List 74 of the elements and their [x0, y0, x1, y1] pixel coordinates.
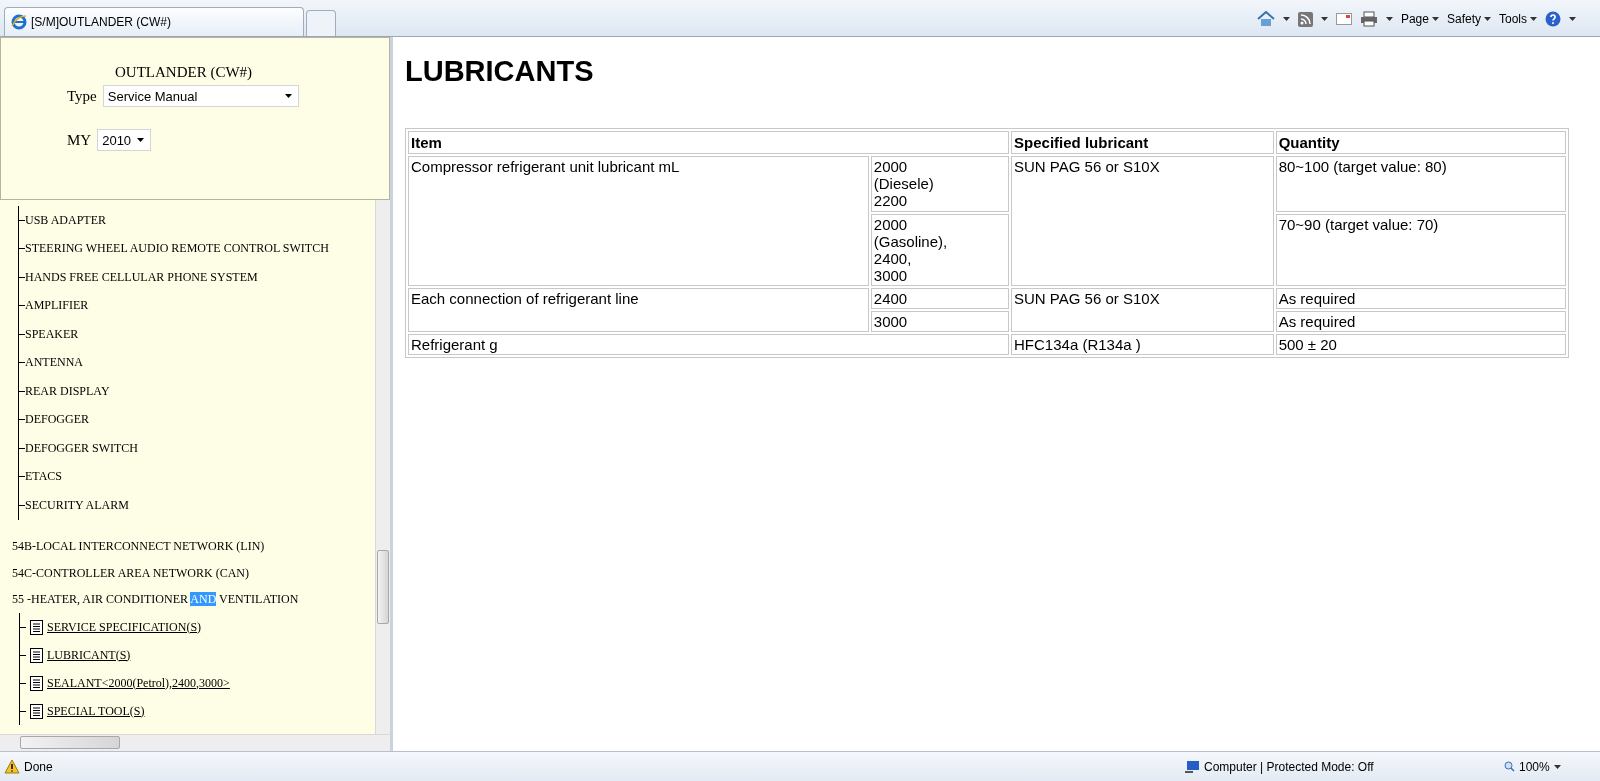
help-icon[interactable]	[1545, 11, 1561, 27]
vertical-scrollbar[interactable]	[375, 200, 390, 734]
caret-icon[interactable]	[1553, 764, 1561, 769]
document-icon	[30, 703, 43, 719]
mail-icon[interactable]	[1335, 13, 1352, 25]
zoom-level[interactable]: 100%	[1519, 759, 1550, 774]
caret-icon	[1530, 17, 1537, 21]
table-cell: 2400	[870, 288, 1010, 309]
tree-link[interactable]: SPECIAL TOOL(S)	[47, 703, 145, 719]
page-heading: LUBRICANTS	[405, 55, 595, 88]
computer-icon	[1184, 759, 1200, 774]
tree-item[interactable]: DEFOGGER	[25, 412, 89, 428]
table-cell: 3000	[870, 311, 1010, 332]
table-cell: As required	[1275, 311, 1566, 332]
caret-icon	[1484, 17, 1491, 21]
table-cell: 70~90 (target value: 70)	[1275, 214, 1566, 286]
print-icon[interactable]	[1359, 11, 1378, 27]
caret-icon	[1431, 17, 1439, 21]
tree-item[interactable]: HANDS FREE CELLULAR PHONE SYSTEM	[25, 269, 258, 285]
home-icon[interactable]	[1256, 11, 1275, 27]
table-cell: 500 ± 20	[1275, 334, 1566, 355]
tree-link[interactable]: LUBRICANT(S)	[47, 647, 131, 663]
tree-item[interactable]: SPEAKER	[25, 326, 79, 342]
model-title: OUTLANDER (CW#)	[115, 64, 254, 81]
year-dropdown[interactable]: 2010	[97, 129, 152, 151]
caret-icon	[284, 94, 292, 98]
tree-item[interactable]: STEERING WHEEL AUDIO REMOTE CONTROL SWITCH	[25, 241, 329, 257]
tree-item[interactable]: ANTENNA	[25, 355, 83, 371]
tree-item[interactable]: DEFOGGER SWITCH	[25, 440, 138, 456]
type-label: Type	[67, 87, 97, 105]
tree-item[interactable]: USB ADAPTER	[25, 212, 107, 228]
browser-tab[interactable]: [S/M]OUTLANDER (CW#)	[4, 7, 304, 36]
tree-item[interactable]: ETACS	[25, 469, 63, 485]
column-header: Specified lubricant	[1011, 131, 1274, 154]
caret-icon	[137, 138, 145, 142]
tree-section[interactable]: 54C-CONTROLLER AREA NETWORK (CAN)	[12, 565, 249, 581]
table-cell: SUN PAG 56 or S10X	[1011, 288, 1274, 332]
tree-section[interactable]: 54B-LOCAL INTERCONNECT NETWORK (LIN)	[12, 539, 265, 555]
column-header: Item	[408, 131, 1010, 154]
document-icon	[30, 675, 43, 691]
caret-icon[interactable]	[1569, 17, 1576, 21]
document-icon	[30, 647, 43, 663]
table-cell: 2000 (Diesele) 2200	[870, 156, 1010, 212]
table-cell: SUN PAG 56 or S10X	[1011, 156, 1274, 286]
tree-link[interactable]: SERVICE SPECIFICATION(S)	[47, 619, 202, 635]
zone-text: Computer | Protected Mode: Off	[1204, 759, 1374, 774]
type-dropdown[interactable]: Service Manual	[102, 85, 299, 107]
table-cell: As required	[1275, 288, 1566, 309]
browser-logo-icon	[11, 14, 27, 30]
status-text: Done	[24, 759, 53, 774]
table-cell: 80~100 (target value: 80)	[1275, 156, 1566, 212]
feed-icon[interactable]	[1297, 11, 1313, 27]
year-label: MY	[67, 131, 92, 149]
caret-icon[interactable]	[1320, 17, 1328, 21]
zoom-icon[interactable]	[1504, 761, 1515, 772]
tree-link[interactable]: SEALANT<2000(Petrol),2400,3000>	[47, 675, 230, 691]
warning-icon	[4, 759, 20, 774]
menu-button[interactable]: Page	[1400, 12, 1439, 26]
table-cell: Refrigerant g	[408, 334, 1010, 355]
column-header: Quantity	[1275, 131, 1566, 154]
table-cell: 2000 (Gasoline), 2400, 3000	[870, 214, 1010, 286]
horizontal-scrollbar[interactable]	[0, 734, 390, 751]
table-cell: Compressor refrigerant unit lubricant mL	[408, 156, 869, 286]
tree-item[interactable]: AMPLIFIER	[25, 298, 89, 314]
tree-item[interactable]: REAR DISPLAY	[25, 383, 110, 399]
caret-icon[interactable]	[1282, 17, 1290, 21]
tree-item[interactable]: SECURITY ALARM	[25, 497, 129, 513]
document-icon	[30, 619, 43, 635]
tree-section[interactable]: 55 -HEATER, AIR CONDITIONER AND VENTILATION	[12, 592, 299, 608]
table-cell: Each connection of refrigerant line	[408, 288, 869, 332]
table-cell: HFC134a (R134a )	[1011, 334, 1274, 355]
menu-button[interactable]: Safety	[1446, 12, 1491, 26]
caret-icon[interactable]	[1385, 17, 1393, 21]
menu-button[interactable]: Tools	[1499, 12, 1537, 26]
